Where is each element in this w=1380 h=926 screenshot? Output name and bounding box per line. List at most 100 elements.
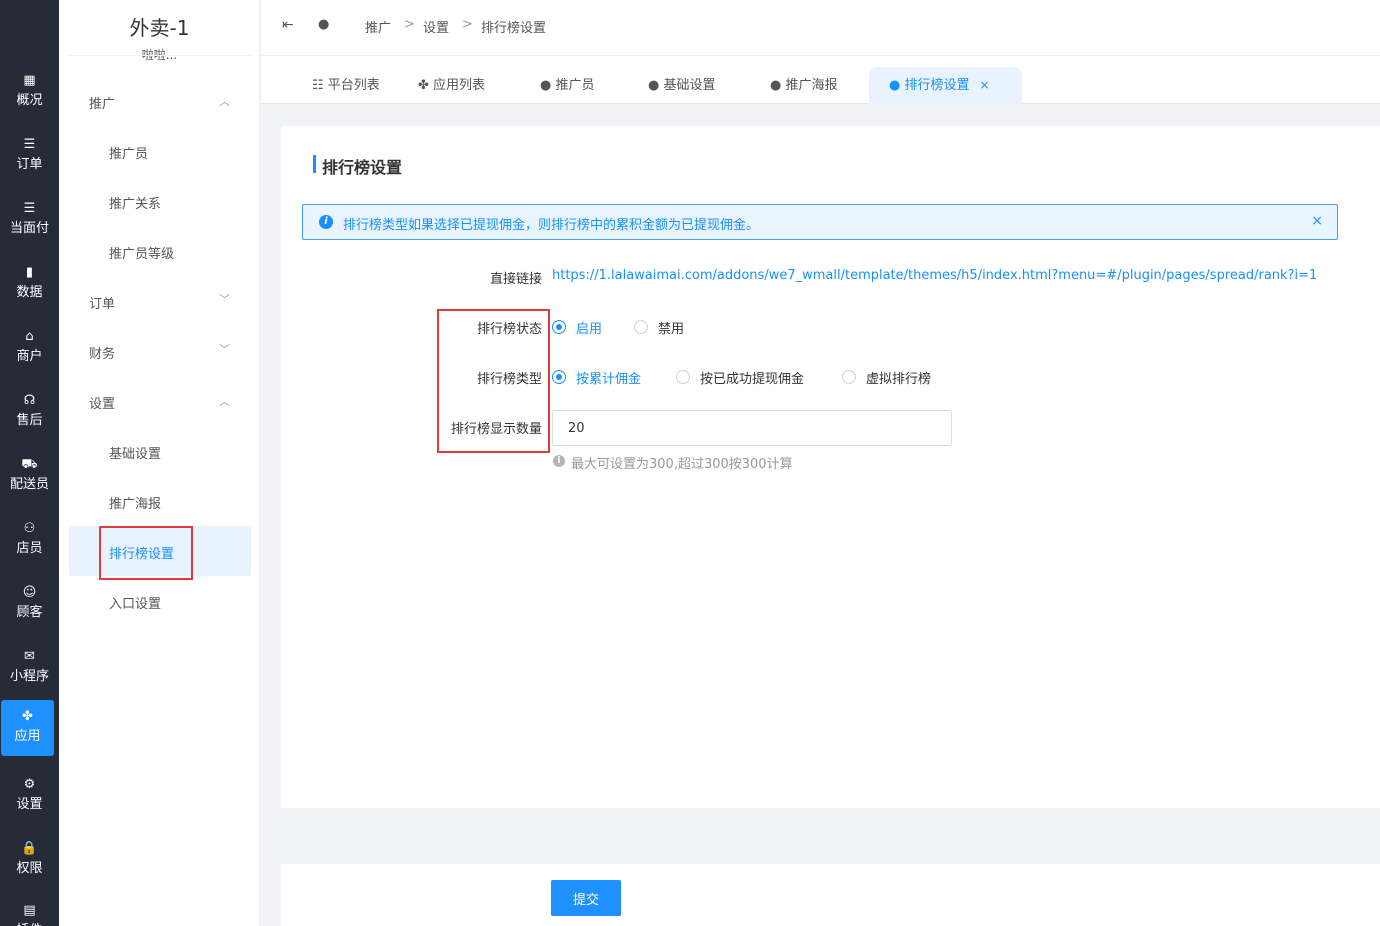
type-cumulative-label[interactable]: 按累计佣金 xyxy=(576,368,641,387)
type-withdrawn-radio[interactable] xyxy=(676,370,690,384)
status-enable-label[interactable]: 启用 xyxy=(576,318,602,337)
count-input[interactable] xyxy=(552,410,952,446)
user-settings-icon: ⚙ xyxy=(23,777,36,792)
tab-ranking-settings[interactable]: ● 排行榜设置 × xyxy=(869,67,1022,104)
nav-overview[interactable]: ▦ 概况 xyxy=(0,64,59,120)
status-disable-label[interactable]: 禁用 xyxy=(658,318,684,337)
nav-label: 配送员 xyxy=(9,477,49,492)
highlight-box xyxy=(99,526,193,580)
status-disable-radio[interactable] xyxy=(634,320,648,334)
customer-icon: ☺ xyxy=(22,585,37,600)
delivery-icon: ⛟ xyxy=(21,457,38,472)
nav-label: 设置 xyxy=(16,797,43,812)
tab-label: 排行榜设置 xyxy=(904,78,970,93)
apps-icon: ✤ xyxy=(22,709,33,724)
nav-permissions[interactable]: 🔒 权限 xyxy=(0,832,59,888)
bar-chart-icon: ▮ xyxy=(25,265,34,280)
top-bar: ⇤ ● 推广 > 设置 > 排行榜设置 xyxy=(261,0,1380,56)
list-icon: ☰ xyxy=(23,137,36,152)
tab-promoters[interactable]: ● 推广员 xyxy=(540,67,595,104)
tab-basic-settings[interactable]: ● 基础设置 xyxy=(648,67,716,104)
type-virtual-radio[interactable] xyxy=(842,370,856,384)
sub-menu: 外卖-1 啦啦... 推广 ︿ 推广员 推广关系 推广员等级 订单 ﹀ 财务 ﹀… xyxy=(59,0,260,926)
nav-orders[interactable]: ☰ 订单 xyxy=(0,128,59,184)
tab-platform-list[interactable]: ☷ 平台列表 xyxy=(312,67,380,104)
wechat-icon: ✉ xyxy=(24,649,35,664)
nav-label: 小程序 xyxy=(9,669,49,684)
submit-button[interactable]: 提交 xyxy=(551,880,621,916)
apps-icon: ✤ xyxy=(418,78,434,93)
store-icon: ⌂ xyxy=(25,329,34,344)
grid-icon: ▦ xyxy=(23,73,36,88)
menu-item-promo-poster[interactable]: 推广海报 xyxy=(109,493,161,512)
breadcrumb-current: 排行榜设置 xyxy=(481,21,547,36)
nav-facepay[interactable]: ☰ 当面付 xyxy=(0,192,59,248)
nav-apps[interactable]: ✤ 应用 xyxy=(1,700,54,756)
breadcrumb-separator: > xyxy=(462,17,473,32)
status-enable-radio[interactable] xyxy=(552,320,566,334)
close-icon[interactable]: × xyxy=(980,78,990,92)
nav-label: 插件 xyxy=(0,922,59,926)
nav-customer[interactable]: ☺ 顾客 xyxy=(0,576,59,632)
nav-label: 售后 xyxy=(16,413,43,428)
menu-item-promo-relations[interactable]: 推广关系 xyxy=(109,193,161,212)
menu-item-promoters[interactable]: 推广员 xyxy=(109,143,148,162)
tab-label: 推广员 xyxy=(555,78,595,93)
nav-label: 店员 xyxy=(16,541,43,556)
section-accent xyxy=(313,155,316,173)
breadcrumb-root[interactable]: 推广 xyxy=(365,17,391,36)
collapse-menu-icon[interactable]: ⇤ xyxy=(282,17,294,33)
nav-label: 应用 xyxy=(14,729,41,744)
nav-staff[interactable]: ⚇ 店员 xyxy=(0,512,59,568)
chevron-down-icon[interactable]: ﹀ xyxy=(219,341,230,357)
link-label: 直接链接 xyxy=(489,272,542,287)
menu-item-entry-settings[interactable]: 入口设置 xyxy=(109,593,161,612)
nav-label: 概况 xyxy=(16,93,43,108)
list-icon: ☰ xyxy=(23,201,36,216)
nav-miniprogram[interactable]: ✉ 小程序 xyxy=(0,640,59,696)
tab-label: 应用列表 xyxy=(433,78,486,93)
shop-name: 外卖-1 xyxy=(129,16,190,40)
drop-icon: ● xyxy=(770,78,786,93)
staff-icon: ⚇ xyxy=(23,521,36,536)
drop-icon: ● xyxy=(889,78,905,93)
chevron-up-icon[interactable]: ︿ xyxy=(219,93,230,109)
nav-label: 商户 xyxy=(16,349,43,364)
alert-text: 排行榜类型如果选择已提现佣金，则排行榜中的累积金额为已提现佣金。 xyxy=(343,218,760,233)
menu-group-finance[interactable]: 财务 xyxy=(89,343,115,362)
menu-item-promoter-levels[interactable]: 推广员等级 xyxy=(109,243,174,262)
drop-icon: ● xyxy=(648,78,664,93)
breadcrumb-mid[interactable]: 设置 xyxy=(423,17,449,36)
breadcrumb-separator: > xyxy=(404,17,415,32)
highlight-box xyxy=(437,309,550,453)
tab-promo-poster[interactable]: ● 推广海报 xyxy=(770,67,838,104)
info-icon: i xyxy=(553,455,565,467)
chevron-down-icon[interactable]: ﹀ xyxy=(219,291,230,307)
nav-label: 数据 xyxy=(16,285,43,300)
nav-plugins[interactable]: ▤ 插件 xyxy=(0,894,59,926)
menu-group-settings[interactable]: 设置 xyxy=(89,393,115,412)
menu-item-basic-settings[interactable]: 基础设置 xyxy=(109,443,161,462)
nav-label: 顾客 xyxy=(16,605,43,620)
menu-group-orders[interactable]: 订单 xyxy=(89,293,115,312)
type-withdrawn-label[interactable]: 按已成功提现佣金 xyxy=(700,368,804,387)
main-nav: ▦ 概况 ☰ 订单 ☰ 当面付 ▮ 数据 ⌂ 商户 ☊ 售后 ⛟ 配送员 ⚇ 店员 ☺ 顾客 ✉ 小… xyxy=(0,0,59,926)
tab-app-list[interactable]: ✤ 应用列表 xyxy=(418,67,485,104)
nav-settings[interactable]: ⚙ 设置 xyxy=(0,768,59,824)
type-virtual-label[interactable]: 虚拟排行榜 xyxy=(866,368,931,387)
direct-link[interactable]: https://1.lalawaimai.com/addons/we7_wmal… xyxy=(552,268,1317,283)
close-icon[interactable]: × xyxy=(1311,213,1323,229)
menu-group-promo[interactable]: 推广 xyxy=(89,93,115,112)
list-icon: ☷ xyxy=(312,78,328,93)
nav-label: 当面付 xyxy=(9,221,49,236)
type-cumulative-radio[interactable] xyxy=(552,370,566,384)
nav-data[interactable]: ▮ 数据 xyxy=(0,256,59,312)
chevron-up-icon[interactable]: ︿ xyxy=(219,393,230,409)
footer-bar xyxy=(281,864,1380,926)
drop-icon: ● xyxy=(318,17,330,32)
nav-aftersale[interactable]: ☊ 售后 xyxy=(0,384,59,440)
nav-delivery[interactable]: ⛟ 配送员 xyxy=(0,448,59,504)
tab-label: 平台列表 xyxy=(327,78,380,93)
info-icon: i xyxy=(319,215,333,229)
nav-merchant[interactable]: ⌂ 商户 xyxy=(0,320,59,376)
